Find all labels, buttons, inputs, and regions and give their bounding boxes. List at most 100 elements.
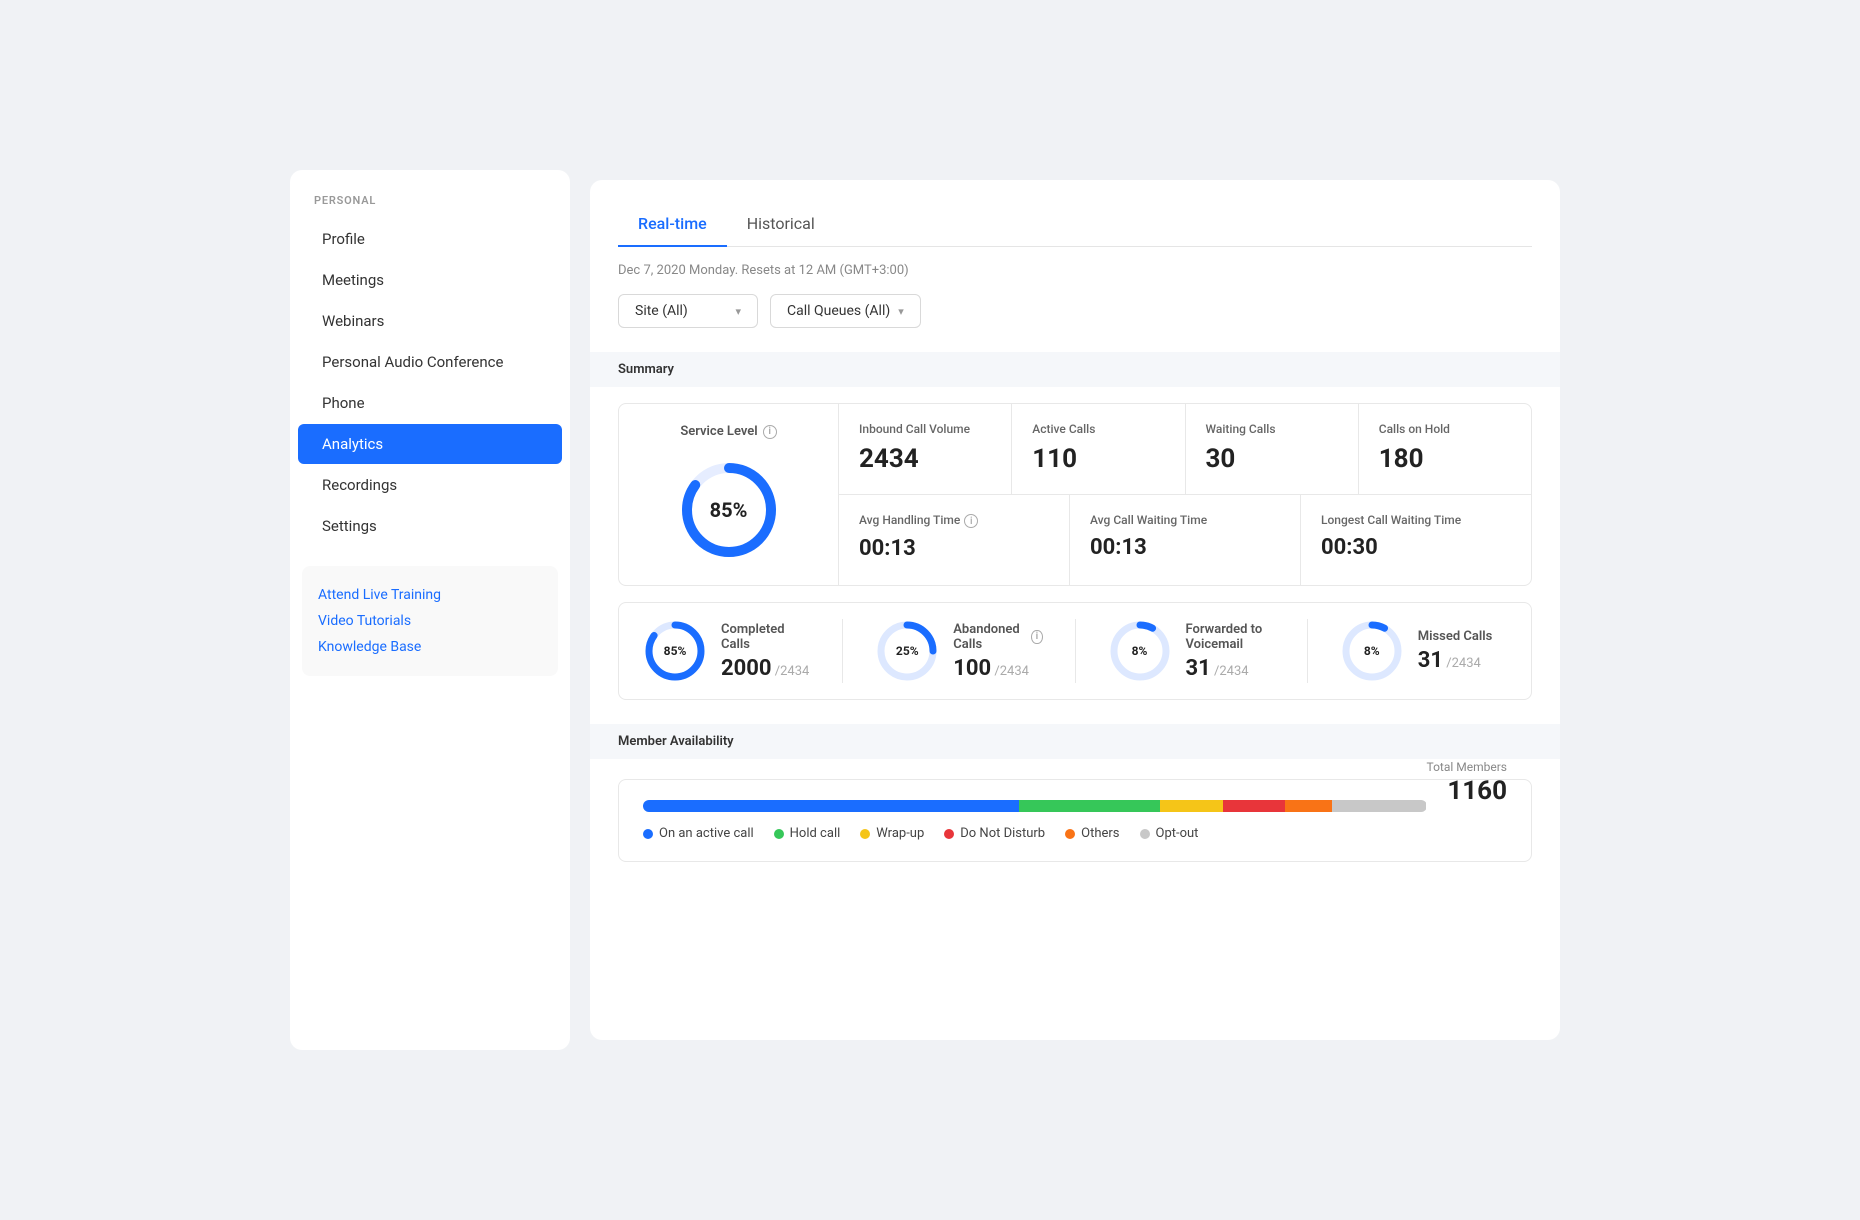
stat-cell-inbound-call-volume: Inbound Call Volume2434 bbox=[839, 404, 1012, 495]
call-detail-completed-calls: 85% Completed Calls2000 /2434 bbox=[643, 619, 810, 683]
legend-dot-on-active-call bbox=[643, 829, 653, 839]
legend-dot-others bbox=[1065, 829, 1075, 839]
stat-label-longest-call-waiting-time: Longest Call Waiting Time bbox=[1321, 513, 1511, 527]
missed-calls-name: Missed Calls bbox=[1418, 629, 1507, 644]
forwarded-to-voicemail-name: Forwarded to Voicemail bbox=[1186, 622, 1275, 652]
stats-row-bottom: Avg Handling Timei00:13Avg Call Waiting … bbox=[839, 495, 1531, 586]
sidebar-item-webinars[interactable]: Webinars bbox=[298, 301, 562, 341]
availability-bar bbox=[643, 800, 1427, 812]
stat-value-avg-handling-time: 00:13 bbox=[859, 536, 1049, 561]
legend-label-on-active-call: On an active call bbox=[659, 826, 754, 841]
sidebar-item-personal-audio-conference[interactable]: Personal Audio Conference bbox=[298, 342, 562, 382]
forwarded-to-voicemail-count: 31 /2434 bbox=[1186, 656, 1275, 681]
summary-box: Service Level i 85% bbox=[618, 403, 1532, 586]
sidebar-section-label: PERSONAL bbox=[290, 194, 570, 207]
stat-value-avg-call-waiting-time: 00:13 bbox=[1090, 535, 1280, 560]
legend-label-wrap-up: Wrap-up bbox=[876, 826, 924, 841]
missed-calls-donut: 8% bbox=[1340, 619, 1404, 683]
call-queues-filter-label: Call Queues (All) bbox=[787, 303, 890, 319]
availability-row: On an active call Hold call Wrap-up Do Not … bbox=[643, 800, 1507, 841]
abandoned-calls-info-icon[interactable]: i bbox=[1031, 630, 1042, 644]
abandoned-calls-count: 100 /2434 bbox=[953, 656, 1042, 681]
sidebar-link-video-tutorials[interactable]: Video Tutorials bbox=[318, 608, 542, 634]
abandoned-calls-donut: 25% bbox=[875, 619, 939, 683]
bar-segment-on-active-call bbox=[643, 800, 1019, 812]
sidebar: PERSONAL ProfileMeetingsWebinarsPersonal… bbox=[290, 170, 570, 1050]
sidebar-item-phone[interactable]: Phone bbox=[298, 383, 562, 423]
legend-label-hold-call: Hold call bbox=[790, 826, 841, 841]
stat-value-longest-call-waiting-time: 00:30 bbox=[1321, 535, 1511, 560]
forwarded-to-voicemail-percent: 8% bbox=[1132, 644, 1148, 658]
stats-row-top: Inbound Call Volume2434Active Calls110Wa… bbox=[839, 404, 1531, 495]
legend-item-wrap-up: Wrap-up bbox=[860, 826, 924, 841]
date-info: Dec 7, 2020 Monday. Resets at 12 AM (GMT… bbox=[618, 263, 1532, 278]
call-queues-filter[interactable]: Call Queues (All) ▾ bbox=[770, 294, 921, 328]
abandoned-calls-total: /2434 bbox=[991, 664, 1029, 679]
site-filter[interactable]: Site (All) ▾ bbox=[618, 294, 758, 328]
legend-dot-hold-call bbox=[774, 829, 784, 839]
legend-dot-wrap-up bbox=[860, 829, 870, 839]
sidebar-item-recordings[interactable]: Recordings bbox=[298, 465, 562, 505]
stat-value-waiting-calls: 30 bbox=[1206, 444, 1338, 474]
abandoned-calls-info: Abandoned Callsi 100 /2434 bbox=[953, 622, 1042, 681]
legend-item-on-active-call: On an active call bbox=[643, 826, 754, 841]
sidebar-item-meetings[interactable]: Meetings bbox=[298, 260, 562, 300]
tab-realtime[interactable]: Real-time bbox=[618, 204, 727, 247]
content-card: Real-time Historical Dec 7, 2020 Monday.… bbox=[590, 180, 1560, 1040]
service-level-label: Service Level i bbox=[680, 424, 776, 439]
sidebar-item-settings[interactable]: Settings bbox=[298, 506, 562, 546]
stat-label-avg-handling-time: Avg Handling Timei bbox=[859, 513, 1049, 529]
calls-detail-box: 85% Completed Calls2000 /2434 25% Abando… bbox=[618, 602, 1532, 700]
service-level-info-icon[interactable]: i bbox=[763, 425, 777, 439]
abandoned-calls-name: Abandoned Callsi bbox=[953, 622, 1042, 652]
stat-label-active-calls: Active Calls bbox=[1032, 422, 1164, 436]
legend-label-opt-out: Opt-out bbox=[1156, 826, 1199, 841]
service-level-value: 85% bbox=[710, 498, 748, 522]
completed-calls-name: Completed Calls bbox=[721, 622, 810, 652]
completed-calls-info: Completed Calls2000 /2434 bbox=[721, 622, 810, 681]
app-container: PERSONAL ProfileMeetingsWebinarsPersonal… bbox=[280, 160, 1580, 1060]
legend-item-others: Others bbox=[1065, 826, 1119, 841]
legend-dot-do-not-disturb bbox=[944, 829, 954, 839]
total-members-label: Total Members bbox=[1427, 760, 1508, 774]
forwarded-to-voicemail-donut: 8% bbox=[1108, 619, 1172, 683]
availability-left: On an active call Hold call Wrap-up Do Not … bbox=[643, 800, 1427, 841]
call-detail-missed-calls: 8% Missed Calls 31 /2434 bbox=[1307, 619, 1507, 683]
legend-item-opt-out: Opt-out bbox=[1140, 826, 1199, 841]
tab-historical[interactable]: Historical bbox=[727, 204, 835, 247]
call-detail-forwarded-to-voicemail: 8% Forwarded to Voicemail 31 /2434 bbox=[1075, 619, 1275, 683]
sidebar-item-analytics[interactable]: Analytics bbox=[298, 424, 562, 464]
call-detail-abandoned-calls: 25% Abandoned Callsi 100 /2434 bbox=[842, 619, 1042, 683]
stat-cell-active-calls: Active Calls110 bbox=[1012, 404, 1185, 495]
total-members-box: Total Members 1160 bbox=[1427, 760, 1508, 806]
completed-calls-percent: 85% bbox=[664, 644, 687, 658]
bar-segment-hold-call bbox=[1019, 800, 1160, 812]
total-members-value: 1160 bbox=[1427, 776, 1508, 806]
legend-dot-opt-out bbox=[1140, 829, 1150, 839]
missed-calls-count: 31 /2434 bbox=[1418, 648, 1507, 673]
legend-item-do-not-disturb: Do Not Disturb bbox=[944, 826, 1045, 841]
summary-section-title: Summary bbox=[590, 352, 1560, 387]
stats-right: Inbound Call Volume2434Active Calls110Wa… bbox=[839, 404, 1531, 585]
missed-calls-total: /2434 bbox=[1443, 656, 1481, 671]
availability-bar-container bbox=[643, 800, 1427, 812]
stat-cell-waiting-calls: Waiting Calls30 bbox=[1186, 404, 1359, 495]
availability-legend: On an active call Hold call Wrap-up Do Not … bbox=[643, 826, 1427, 841]
sidebar-item-profile[interactable]: Profile bbox=[298, 219, 562, 259]
abandoned-calls-percent: 25% bbox=[896, 644, 919, 658]
member-availability-section-title: Member Availability bbox=[590, 724, 1560, 759]
stat-cell-longest-call-waiting-time: Longest Call Waiting Time 00:30 bbox=[1301, 495, 1531, 586]
sidebar-link-attend-live-training[interactable]: Attend Live Training bbox=[318, 582, 542, 608]
main-content: Real-time Historical Dec 7, 2020 Monday.… bbox=[580, 160, 1580, 1060]
sidebar-nav: ProfileMeetingsWebinarsPersonal Audio Co… bbox=[290, 219, 570, 546]
stat-cell-avg-call-waiting-time: Avg Call Waiting Time00:13 bbox=[1070, 495, 1301, 586]
sidebar-link-knowledge-base[interactable]: Knowledge Base bbox=[318, 634, 542, 660]
sidebar-links-box: Attend Live TrainingVideo TutorialsKnowl… bbox=[302, 566, 558, 676]
avg-handling-time-info-icon[interactable]: i bbox=[964, 514, 978, 528]
completed-calls-donut: 85% bbox=[643, 619, 707, 683]
forwarded-to-voicemail-total: /2434 bbox=[1211, 664, 1249, 679]
bar-segment-opt-out bbox=[1332, 800, 1426, 812]
missed-calls-percent: 8% bbox=[1364, 644, 1380, 658]
legend-label-do-not-disturb: Do Not Disturb bbox=[960, 826, 1045, 841]
forwarded-to-voicemail-info: Forwarded to Voicemail 31 /2434 bbox=[1186, 622, 1275, 681]
